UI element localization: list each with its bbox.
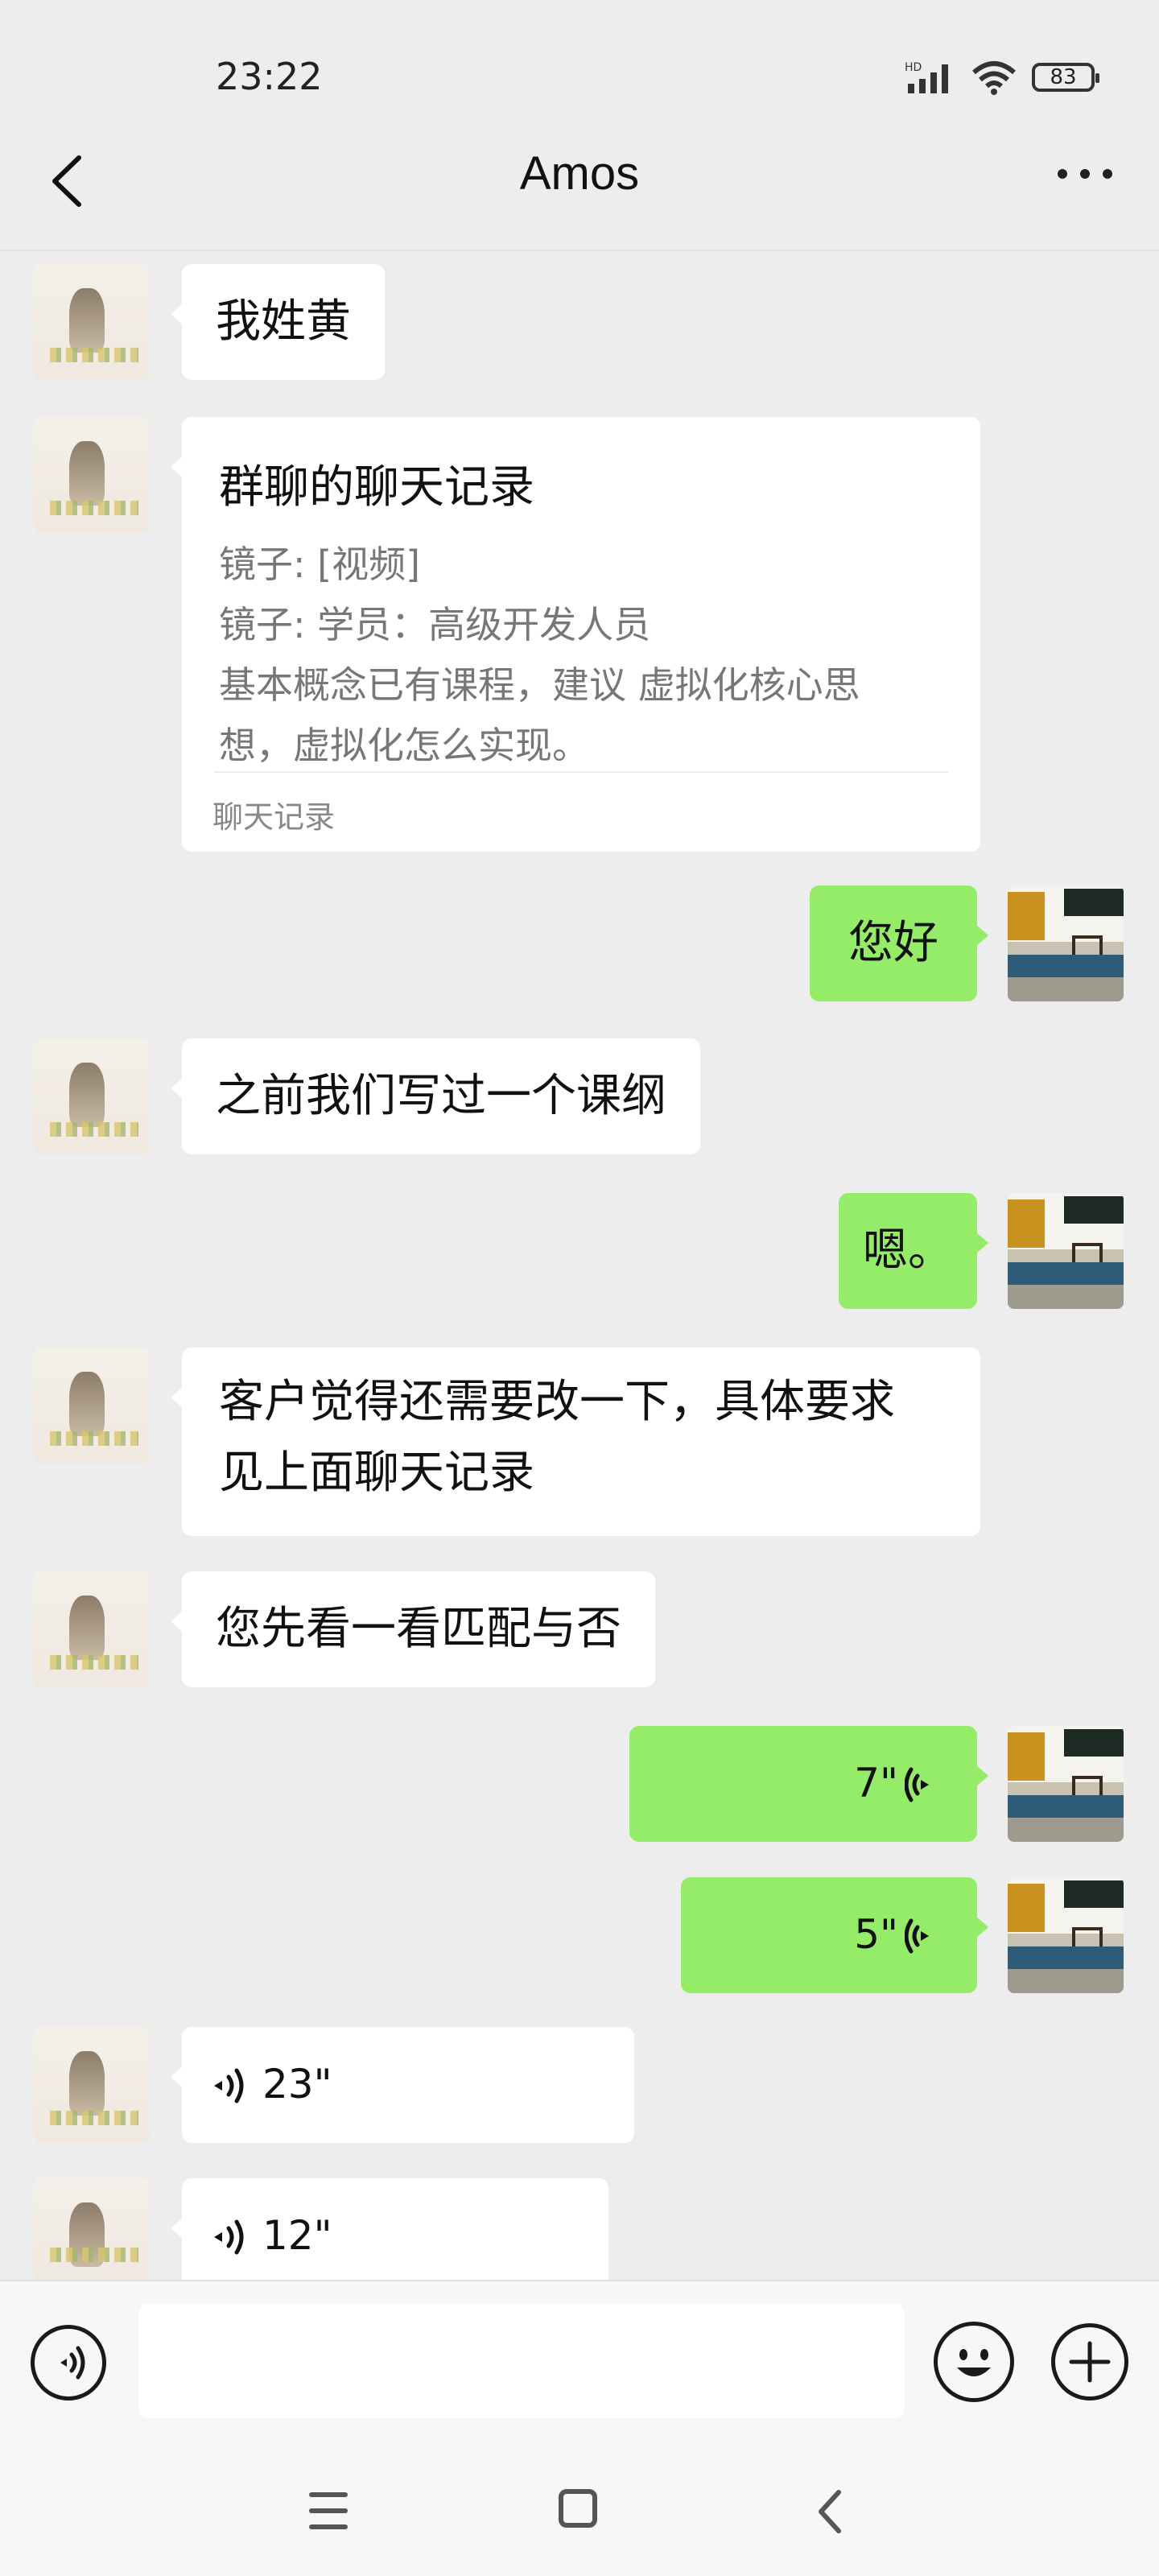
message-text: 我姓黄 bbox=[216, 295, 351, 348]
contact-avatar[interactable] bbox=[34, 1038, 150, 1154]
voice-message-outgoing[interactable]: 5" bbox=[681, 1877, 988, 1993]
voice-duration: 7" bbox=[854, 1760, 898, 1806]
contact-avatar[interactable] bbox=[34, 264, 150, 380]
wifi-icon bbox=[972, 61, 1016, 95]
menu-icon[interactable] bbox=[309, 2492, 348, 2529]
status-icons: HD 83 bbox=[905, 60, 1099, 95]
signal-icon: HD bbox=[905, 61, 948, 93]
my-avatar[interactable] bbox=[1008, 1193, 1124, 1309]
battery-level: 83 bbox=[1050, 65, 1077, 89]
message-input[interactable] bbox=[138, 2304, 905, 2418]
voice-message-incoming[interactable]: 23" bbox=[171, 2027, 634, 2143]
contact-avatar[interactable] bbox=[34, 417, 150, 533]
contact-avatar[interactable] bbox=[34, 2027, 150, 2143]
message-text: 您先看一看匹配与否 bbox=[216, 1603, 621, 1655]
contact-avatar[interactable] bbox=[34, 1348, 150, 1463]
chat-record-preview: 镜子: [视频] 镜子: 学员：高级开发人员 基本概念已有课程，建议 虚拟化核心… bbox=[219, 535, 927, 776]
my-avatar[interactable] bbox=[1008, 1877, 1124, 1993]
voice-wave-icon bbox=[905, 1918, 929, 1954]
voice-wave-icon bbox=[905, 1767, 929, 1802]
voice-message-outgoing[interactable]: 7" bbox=[629, 1726, 988, 1842]
message-bubble-incoming[interactable]: 之前我们写过一个课纲 bbox=[171, 1038, 700, 1154]
header-divider bbox=[0, 250, 1159, 251]
message-bubble-incoming[interactable]: 您先看一看匹配与否 bbox=[171, 1571, 655, 1687]
contact-avatar[interactable] bbox=[34, 2178, 150, 2280]
message-text-line: 见上面聊天记录 bbox=[219, 1447, 534, 1499]
message-bubble-incoming[interactable]: 我姓黄 bbox=[171, 264, 385, 380]
voice-duration: 5" bbox=[854, 1911, 898, 1958]
chat-title: Amos bbox=[519, 147, 640, 200]
chat-record-line: 镜子: [视频] bbox=[219, 543, 421, 586]
voice-duration: 12" bbox=[262, 2212, 332, 2259]
more-dots-icon[interactable] bbox=[1058, 169, 1112, 179]
plus-icon[interactable] bbox=[1051, 2323, 1128, 2401]
chat-record-title: 群聊的聊天记录 bbox=[219, 461, 534, 514]
voice-wave-icon bbox=[214, 2068, 244, 2103]
message-text: 之前我们写过一个课纲 bbox=[216, 1070, 666, 1122]
chat-record-line: 基本概念已有课程，建议 虚拟化核心思 bbox=[219, 663, 860, 707]
home-icon[interactable] bbox=[559, 2489, 597, 2528]
my-avatar[interactable] bbox=[1008, 886, 1124, 1001]
message-bubble-outgoing[interactable]: 嗯。 bbox=[839, 1193, 988, 1309]
voice-input-icon[interactable] bbox=[31, 2325, 106, 2401]
chat-record-line: 镜子: 学员：高级开发人员 bbox=[219, 603, 651, 646]
message-text: 您好 bbox=[848, 917, 938, 969]
message-bubble-incoming[interactable]: 客户觉得还需要改一下，具体要求 见上面聊天记录 bbox=[171, 1348, 980, 1536]
message-bubble-outgoing[interactable]: 您好 bbox=[810, 886, 988, 1001]
back-icon[interactable] bbox=[813, 2487, 848, 2536]
contact-avatar[interactable] bbox=[34, 1571, 150, 1687]
chat-record-footer: 聊天记录 bbox=[212, 799, 336, 835]
battery-icon: 83 bbox=[1032, 63, 1099, 92]
chat-record-line: 想，虚拟化怎么实现。 bbox=[219, 724, 589, 767]
status-time: 23:22 bbox=[216, 55, 323, 98]
message-text: 嗯。 bbox=[863, 1224, 953, 1277]
voice-message-incoming[interactable]: 12" bbox=[171, 2178, 608, 2280]
chat-record-card[interactable]: 群聊的聊天记录 镜子: [视频] 镜子: 学员：高级开发人员 基本概念已有课程，… bbox=[171, 417, 980, 852]
voice-duration: 23" bbox=[262, 2061, 332, 2107]
emoji-icon[interactable] bbox=[934, 2322, 1014, 2402]
voice-wave-icon bbox=[214, 2219, 244, 2255]
card-divider bbox=[214, 771, 948, 773]
signal-label: HD bbox=[905, 61, 922, 74]
message-text-line: 客户觉得还需要改一下，具体要求 bbox=[219, 1376, 895, 1428]
my-avatar[interactable] bbox=[1008, 1726, 1124, 1842]
